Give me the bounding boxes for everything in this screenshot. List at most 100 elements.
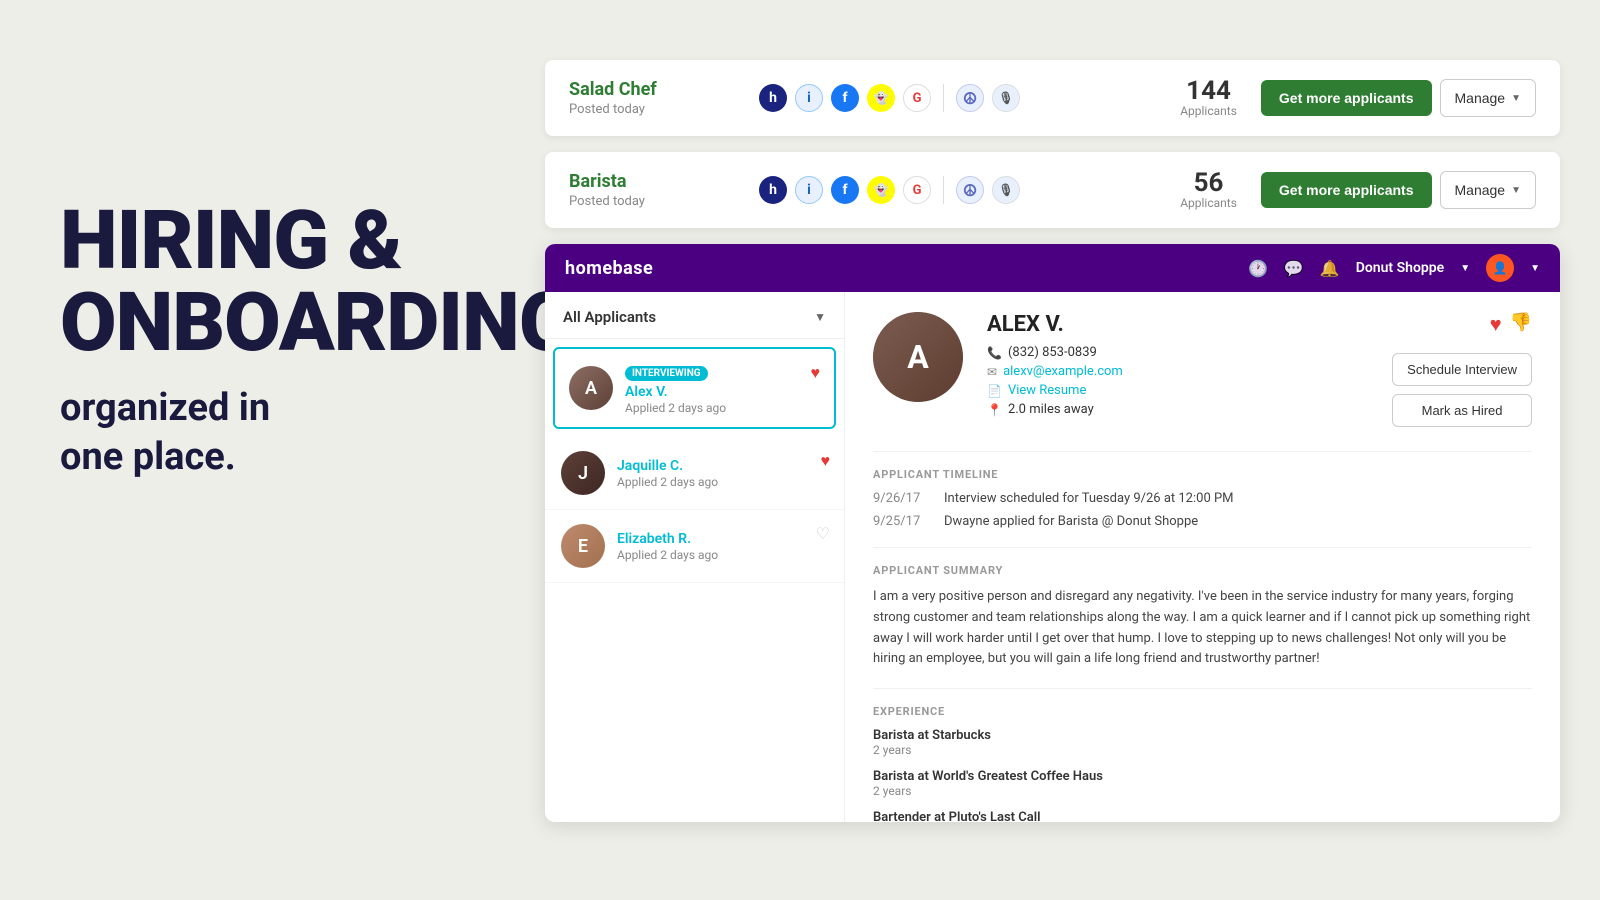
applicant-applied-alex: Applied 2 days ago (625, 401, 820, 415)
experience-item-3: Bartender at Pluto's Last Call 2 years (873, 810, 1532, 822)
h-icon[interactable]: h (759, 176, 787, 204)
timeline: 9/26/17 Interview scheduled for Tuesday … (873, 491, 1532, 529)
job-title-salad-chef: Salad Chef (569, 79, 729, 100)
user-avatar[interactable]: 👤 (1486, 254, 1514, 282)
applicant-card-jaquille[interactable]: J Jaquille C. Applied 2 days ago ♥ (545, 437, 844, 510)
exp-duration-2: 2 years (873, 784, 1532, 798)
timeline-row-1: 9/26/17 Interview scheduled for Tuesday … (873, 491, 1532, 506)
user-menu-arrow-icon[interactable]: ▼ (1530, 263, 1540, 274)
favorite-icon-alex[interactable]: ♥ (811, 363, 821, 383)
hero-section: HIRING &ONBOARDING organized inone place… (60, 200, 540, 483)
manage-button-barista[interactable]: Manage ▼ (1440, 171, 1537, 209)
applicant-count-salad-chef: 144 Applicants (1180, 78, 1237, 118)
job-icons-salad-chef: h i f 👻 G ☮ 🎙 (759, 84, 1164, 112)
mic-icon[interactable]: 🎙 (992, 176, 1020, 204)
timeline-row-2: 9/25/17 Dwayne applied for Barista @ Don… (873, 514, 1532, 529)
distance-row: 📍 2.0 miles away (987, 402, 1372, 417)
applicant-summary: I am a very positive person and disregar… (873, 587, 1532, 670)
store-name: Donut Shoppe (1356, 260, 1444, 276)
dropdown-arrow-icon: ▼ (1511, 185, 1521, 196)
schedule-interview-button[interactable]: Schedule Interview (1392, 353, 1532, 386)
exp-duration-1: 2 years (873, 743, 1532, 757)
applicant-info-alex: INTERVIEWING Alex V. Applied 2 days ago (625, 361, 820, 415)
experience-item-1: Barista at Starbucks 2 years (873, 728, 1532, 757)
job-icons-barista: h i f 👻 G ☮ 🎙 (759, 176, 1164, 204)
detail-phone: (832) 853-0839 (1008, 345, 1097, 360)
app-body: All Applicants ▼ A INTERVIEWING Alex V. … (545, 292, 1560, 822)
applicant-name-alex[interactable]: Alex V. (625, 384, 820, 400)
favorite-toggle-icon[interactable]: ♥ (1490, 312, 1502, 337)
applicant-card-alex[interactable]: A INTERVIEWING Alex V. Applied 2 days ag… (553, 347, 836, 429)
status-badge-interviewing: INTERVIEWING (625, 366, 708, 381)
get-more-applicants-button-salad-chef[interactable]: Get more applicants (1261, 80, 1432, 116)
hero-subtitle: organized inone place. (60, 384, 540, 483)
applicant-avatar-alex: A (569, 366, 613, 410)
google-icon[interactable]: G (903, 84, 931, 112)
facebook-icon[interactable]: f (831, 176, 859, 204)
timeline-event-2: Dwayne applied for Barista @ Donut Shopp… (944, 514, 1198, 529)
divider (943, 176, 944, 204)
location-icon: 📍 (987, 403, 1002, 417)
dropdown-arrow-icon[interactable]: ▼ (1460, 263, 1470, 274)
job-posted-barista: Posted today (569, 194, 729, 209)
filter-dropdown-icon[interactable]: ▼ (814, 310, 826, 324)
h-icon[interactable]: h (759, 84, 787, 112)
detail-actions: ♥ 👎 Schedule Interview Mark as Hired (1392, 312, 1532, 427)
job-posted-salad-chef: Posted today (569, 102, 729, 117)
exp-title-1: Barista at Starbucks (873, 728, 1532, 743)
dropdown-arrow-icon: ▼ (1511, 93, 1521, 104)
job-card-barista: Barista Posted today h i f 👻 G ☮ 🎙 56 Ap… (545, 152, 1560, 228)
favorite-icon-elizabeth[interactable]: ♡ (816, 524, 830, 543)
mic-icon[interactable]: 🎙 (992, 84, 1020, 112)
applicant-name-jaquille[interactable]: Jaquille C. (617, 458, 828, 474)
favorite-icon-jaquille[interactable]: ♥ (821, 451, 831, 471)
thumbs-down-icon[interactable]: 👎 (1510, 312, 1532, 337)
facebook-icon[interactable]: f (831, 84, 859, 112)
email-icon: ✉ (987, 365, 997, 379)
hero-title: HIRING &ONBOARDING (60, 200, 540, 364)
detail-distance: 2.0 miles away (1008, 402, 1094, 417)
bell-icon[interactable]: 🔔 (1320, 259, 1340, 278)
detail-header: A ALEX V. 📞 (832) 853-0839 ✉ alexv@examp… (873, 312, 1532, 427)
detail-email[interactable]: alexv@example.com (1003, 364, 1123, 379)
info-icon[interactable]: i (795, 176, 823, 204)
chat-icon[interactable]: 💬 (1284, 259, 1304, 278)
peace-icon[interactable]: ☮ (956, 176, 984, 204)
applicant-card-elizabeth[interactable]: E Elizabeth R. Applied 2 days ago ♡ (545, 510, 844, 583)
detail-name: ALEX V. (987, 312, 1372, 337)
email-row: ✉ alexv@example.com (987, 364, 1372, 379)
applicant-avatar-jaquille: J (561, 451, 605, 495)
get-more-applicants-button-barista[interactable]: Get more applicants (1261, 172, 1432, 208)
applicant-count-barista: 56 Applicants (1180, 170, 1237, 210)
applicant-applied-elizabeth: Applied 2 days ago (617, 548, 828, 562)
applicant-list-header: All Applicants ▼ (545, 292, 844, 339)
clock-icon[interactable]: 🕐 (1248, 259, 1268, 278)
manage-button-salad-chef[interactable]: Manage ▼ (1440, 79, 1537, 117)
app-header-right: 🕐 💬 🔔 Donut Shoppe ▼ 👤 ▼ (1248, 254, 1540, 282)
exp-title-2: Barista at World's Greatest Coffee Haus (873, 769, 1532, 784)
view-resume-link[interactable]: View Resume (1008, 383, 1086, 398)
detail-avatar: A (873, 312, 963, 402)
resume-row: 📄 View Resume (987, 383, 1372, 398)
phone-row: 📞 (832) 853-0839 (987, 345, 1372, 360)
snapchat-icon[interactable]: 👻 (867, 84, 895, 112)
peace-icon[interactable]: ☮ (956, 84, 984, 112)
job-info-salad-chef: Salad Chef Posted today (569, 79, 729, 117)
timeline-event-1: Interview scheduled for Tuesday 9/26 at … (944, 491, 1234, 506)
applicant-list-title: All Applicants (563, 308, 656, 326)
applicant-list-panel: All Applicants ▼ A INTERVIEWING Alex V. … (545, 292, 845, 822)
applicant-detail-panel: A ALEX V. 📞 (832) 853-0839 ✉ alexv@examp… (845, 292, 1560, 822)
applicant-name-elizabeth[interactable]: Elizabeth R. (617, 531, 828, 547)
applicant-avatar-elizabeth: E (561, 524, 605, 568)
exp-title-3: Bartender at Pluto's Last Call (873, 810, 1532, 822)
document-icon: 📄 (987, 384, 1002, 398)
app-header: homebase 🕐 💬 🔔 Donut Shoppe ▼ 👤 ▼ (545, 244, 1560, 292)
mark-as-hired-button[interactable]: Mark as Hired (1392, 394, 1532, 427)
snapchat-icon[interactable]: 👻 (867, 176, 895, 204)
experience-list: Barista at Starbucks 2 years Barista at … (873, 728, 1532, 822)
job-card-salad-chef: Salad Chef Posted today h i f 👻 G ☮ 🎙 14… (545, 60, 1560, 136)
google-icon[interactable]: G (903, 176, 931, 204)
applicant-info-jaquille: Jaquille C. Applied 2 days ago (617, 458, 828, 489)
info-icon[interactable]: i (795, 84, 823, 112)
app-logo: homebase (565, 258, 653, 279)
